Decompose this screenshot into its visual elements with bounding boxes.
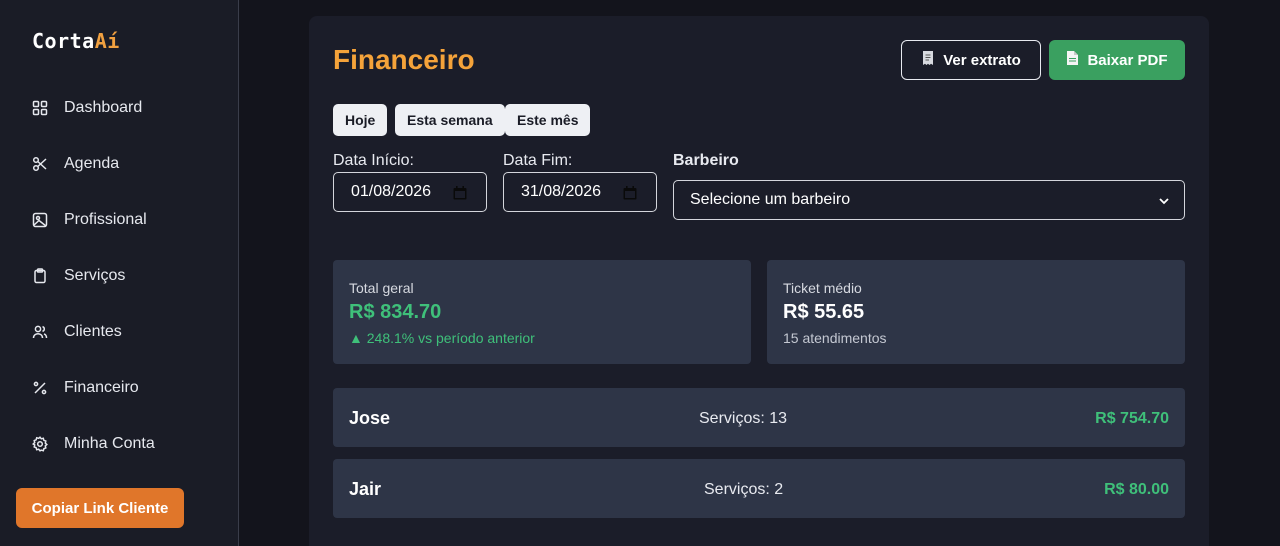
sidebar: CortaAí Dashboard Agenda Profissional Se…	[0, 0, 239, 546]
grid-icon	[32, 100, 48, 116]
scissors-icon	[32, 156, 48, 172]
brand-logo[interactable]: CortaAí	[32, 29, 120, 53]
ticket-stat-card: Ticket médio R$ 55.65 15 atendimentos	[767, 260, 1185, 364]
sidebar-nav: Dashboard Agenda Profissional Serviços C…	[0, 80, 238, 472]
percent-icon	[32, 380, 48, 396]
sidebar-item-label: Clientes	[64, 323, 122, 340]
total-stat-value: R$ 834.70	[349, 301, 442, 323]
barber-label: Barbeiro	[673, 152, 739, 169]
sidebar-item-financeiro[interactable]: Financeiro	[0, 360, 238, 416]
copy-client-link-button[interactable]: Copiar Link Cliente	[16, 488, 184, 528]
start-date-label: Data Início:	[333, 152, 414, 169]
ticket-stat-label: Ticket médio	[783, 280, 862, 296]
calendar-icon[interactable]	[452, 185, 468, 201]
end-date-label: Data Fim:	[503, 152, 573, 169]
barber-services: Serviços: 13	[699, 410, 788, 427]
total-stat-label: Total geral	[349, 280, 414, 296]
download-pdf-button[interactable]: Baixar PDF	[1049, 40, 1185, 80]
download-pdf-label: Baixar PDF	[1087, 51, 1168, 69]
calendar-icon[interactable]	[622, 185, 638, 201]
gear-icon	[32, 436, 48, 452]
barber-name: Jose	[349, 408, 391, 428]
sidebar-item-minha-conta[interactable]: Minha Conta	[0, 416, 238, 472]
end-date-field[interactable]: 31/08/2026	[503, 172, 657, 212]
barber-row[interactable]: Jair Serviços: 2 R$ 80.00	[333, 459, 1185, 518]
total-stat-card: Total geral R$ 834.70 ▲ 248.1% vs períod…	[333, 260, 751, 364]
image-icon	[32, 212, 48, 228]
end-date-value: 31/08/2026	[521, 183, 602, 200]
sidebar-item-agenda[interactable]: Agenda	[0, 136, 238, 192]
receipt-icon	[921, 50, 935, 70]
sidebar-item-label: Dashboard	[64, 99, 143, 116]
sidebar-item-profissional[interactable]: Profissional	[0, 192, 238, 248]
clipboard-icon	[32, 268, 48, 284]
financeiro-panel: Financeiro Ver extrato Baixar PDF Hoje E…	[309, 16, 1209, 546]
users-icon	[32, 324, 48, 340]
view-statement-button[interactable]: Ver extrato	[901, 40, 1041, 80]
sidebar-item-label: Agenda	[64, 155, 120, 172]
barber-services: Serviços: 2	[704, 481, 784, 498]
page-title: Financeiro	[333, 44, 475, 75]
barber-total: R$ 754.70	[1095, 410, 1169, 427]
view-statement-label: Ver extrato	[943, 51, 1021, 69]
barber-total: R$ 80.00	[1104, 481, 1169, 498]
barber-name: Jair	[349, 479, 382, 499]
main-content: Financeiro Ver extrato Baixar PDF Hoje E…	[239, 0, 1280, 546]
start-date-value: 01/08/2026	[351, 183, 432, 200]
start-date-field[interactable]: 01/08/2026	[333, 172, 487, 212]
sidebar-item-label: Minha Conta	[64, 435, 155, 452]
filter-this-week-chip[interactable]: Esta semana	[395, 104, 505, 136]
total-stat-change: ▲ 248.1% vs período anterior	[349, 330, 535, 346]
filter-this-month-chip[interactable]: Este mês	[505, 104, 591, 136]
sidebar-item-label: Profissional	[64, 211, 147, 228]
sidebar-item-dashboard[interactable]: Dashboard	[0, 80, 238, 136]
barber-select[interactable]: Selecione um barbeiro	[673, 180, 1185, 220]
barber-select-value: Selecione um barbeiro	[690, 191, 851, 208]
sidebar-item-label: Financeiro	[64, 379, 139, 396]
ticket-stat-value: R$ 55.65	[783, 301, 865, 323]
brand-name-main: Corta	[32, 29, 95, 53]
filter-today-chip[interactable]: Hoje	[333, 104, 388, 136]
sidebar-item-label: Serviços	[64, 267, 126, 284]
sidebar-item-clientes[interactable]: Clientes	[0, 304, 238, 360]
barber-row[interactable]: Jose Serviços: 13 R$ 754.70	[333, 388, 1185, 447]
app-root: CortaAí Dashboard Agenda Profissional Se…	[0, 0, 1280, 546]
ticket-stat-sub: 15 atendimentos	[783, 330, 887, 346]
brand-name-accent: Aí	[94, 29, 120, 53]
chevron-down-icon	[1159, 198, 1169, 205]
document-icon	[1066, 50, 1079, 70]
sidebar-item-servicos[interactable]: Serviços	[0, 248, 238, 304]
